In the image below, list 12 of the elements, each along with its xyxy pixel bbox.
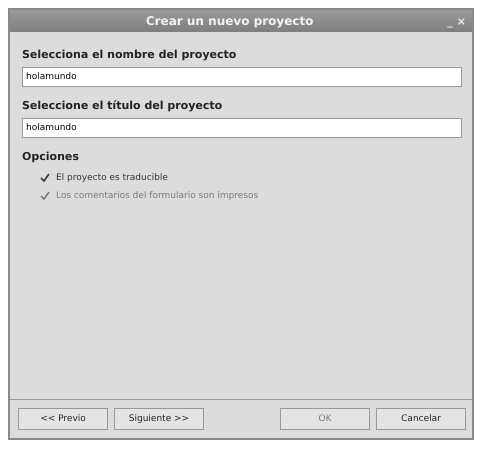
input-field[interactable]: holamundo [22,67,462,87]
field-label: Selecciona el nombre del proyecto [22,48,238,61]
input-field[interactable]: holamundo [22,118,462,138]
option-label: El proyecto es traducible [56,173,168,183]
dialog-button[interactable]: Siguiente >> [114,408,204,430]
dialog-button[interactable]: Cancelar [376,408,466,430]
field-label: Seleccione el título del proyecto [22,99,224,112]
section-heading: Opciones [22,150,80,163]
window-title: Crear un nuevo proyecto [144,14,314,28]
option-label: Los comentarios del formulario son impresos [56,191,258,201]
checkbox[interactable] [40,173,50,183]
dialog-button[interactable]: << Previo [18,408,108,430]
